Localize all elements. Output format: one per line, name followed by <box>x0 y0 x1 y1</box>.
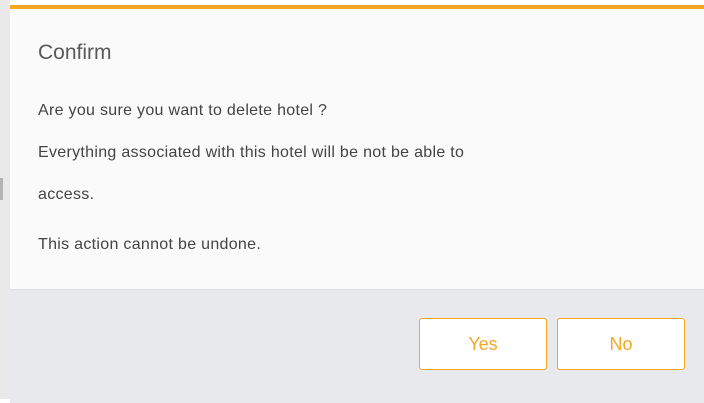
message-line-warning-cont: access. <box>38 186 95 203</box>
backdrop-mark <box>0 178 3 200</box>
message-line-undone: This action cannot be undone. <box>38 236 262 253</box>
dialog-footer: Yes No <box>10 289 704 403</box>
no-button[interactable]: No <box>557 318 685 370</box>
dialog-title: Confirm <box>38 41 112 64</box>
message-line-warning: Everything associated with this hotel wi… <box>38 144 465 161</box>
yes-button[interactable]: Yes <box>419 318 547 370</box>
confirm-dialog: Confirm Are you sure you want to delete … <box>10 5 704 403</box>
message-line-question: Are you sure you want to delete hotel ? <box>38 102 328 119</box>
